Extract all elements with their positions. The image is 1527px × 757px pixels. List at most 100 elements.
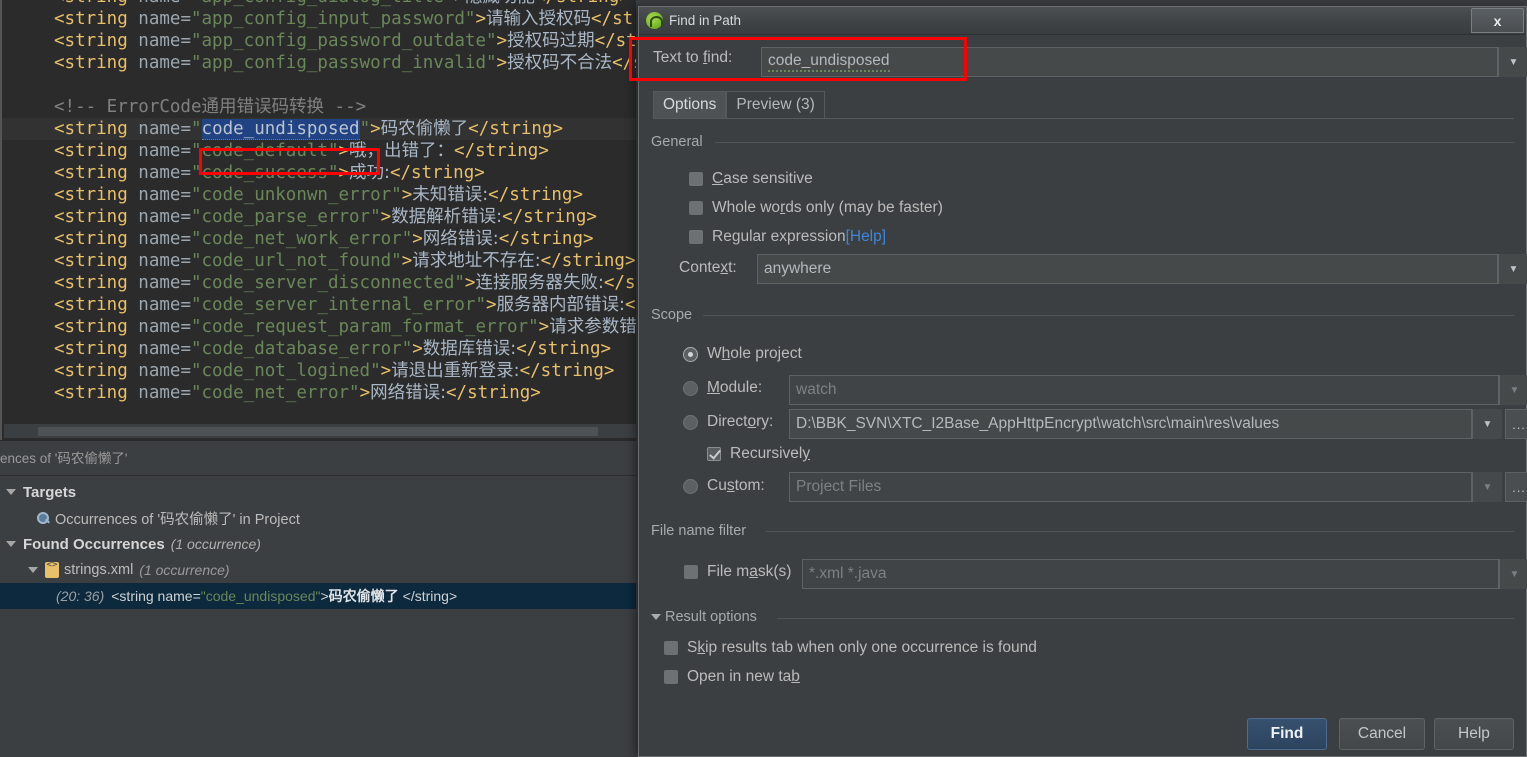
chevron-down-icon[interactable] <box>6 487 17 498</box>
xml-file-icon <box>45 560 59 578</box>
open-new-tab-label: Open in new tab <box>687 668 800 685</box>
whole-words-row[interactable]: Whole words only (may be faster) <box>689 199 943 217</box>
directory-input[interactable]: D:\BBK_SVN\XTC_I2Base_AppHttpEncrypt\wat… <box>789 409 1472 439</box>
code-token: 连接服务器失败: <box>475 273 604 293</box>
match-text-gt: > <box>320 588 329 604</box>
whole-words-checkbox[interactable] <box>689 201 703 215</box>
general-group-line <box>715 142 1514 143</box>
case-sensitive-checkbox[interactable] <box>689 172 703 186</box>
custom-value: Project Files <box>796 478 882 495</box>
code-token: </string> <box>603 273 636 293</box>
tree-node-occurrence-target[interactable]: Occurrences of '码农偷懒了' in Project <box>0 505 636 531</box>
case-sensitive-row[interactable]: Case sensitive <box>689 170 813 188</box>
recursively-checkbox[interactable] <box>707 447 721 461</box>
help-button[interactable]: Help <box>1434 718 1514 750</box>
code-token: name= <box>127 295 191 315</box>
code-token: <!-- ErrorCode <box>54 97 202 117</box>
code-line: <string name="code_database_error">数据库错误… <box>2 338 636 360</box>
code-token: <string <box>54 53 128 73</box>
file-mask-input[interactable]: *.xml *.java <box>802 559 1499 589</box>
custom-row[interactable]: Custom: <box>683 477 765 495</box>
file-mask-checkbox[interactable] <box>684 565 698 579</box>
text-to-find-input[interactable]: code_undisposed <box>761 47 1498 77</box>
tree-node-match[interactable]: (20: 36) <string name="code_undisposed">… <box>0 583 636 609</box>
code-token: <string <box>54 163 128 183</box>
chevron-down-icon[interactable] <box>6 539 17 550</box>
tree-node-file[interactable]: strings.xml (1 occurrence) <box>0 557 636 583</box>
file-mask-dropdown-arrow[interactable]: ▼ <box>1499 559 1527 589</box>
skip-results-label: Skip results tab when only one occurrenc… <box>687 639 1037 656</box>
tab-options[interactable]: Options <box>653 91 727 118</box>
code-line: <string name="code_success">成功:</string> <box>2 162 636 184</box>
custom-radio[interactable] <box>683 478 698 494</box>
open-new-tab-row[interactable]: Open in new tab <box>664 668 800 686</box>
directory-label: Directory: <box>707 413 774 430</box>
custom-browse-button[interactable]: ... <box>1505 472 1527 502</box>
whole-project-row[interactable]: Whole project <box>683 345 802 363</box>
code-token: 通用错误码转换 <box>201 97 325 117</box>
module-radio[interactable] <box>683 380 698 396</box>
dialog-body: Text to find: code_undisposed ▼ Options … <box>639 35 1527 756</box>
module-row[interactable]: Module: <box>683 379 762 397</box>
dialog-titlebar[interactable]: Find in Path x <box>639 7 1526 35</box>
open-new-tab-checkbox[interactable] <box>664 670 678 684</box>
regex-help-link[interactable]: [Help] <box>846 228 887 246</box>
directory-dropdown-arrow[interactable]: ▼ <box>1472 409 1502 439</box>
code-token: > <box>370 119 381 139</box>
custom-dropdown-arrow[interactable]: ▼ <box>1472 472 1502 502</box>
skip-results-row[interactable]: Skip results tab when only one occurrenc… <box>664 639 1037 657</box>
whole-project-radio[interactable] <box>683 346 698 362</box>
code-line: <string name="code_url_not_found">请求地址不存… <box>2 250 636 272</box>
result-options-group-title[interactable]: Result options <box>651 609 764 625</box>
found-occurrences-label: Found Occurrences <box>23 535 165 553</box>
code-token: </string> <box>516 339 612 359</box>
custom-input[interactable]: Project Files <box>789 472 1472 502</box>
scrollbar-thumb[interactable] <box>38 427 598 436</box>
text-to-find-dropdown-arrow[interactable]: ▼ <box>1498 47 1527 77</box>
code-editor[interactable]: <string name="app_config_dialog_title">隐… <box>0 0 636 440</box>
tree-node-targets[interactable]: Targets <box>0 479 636 505</box>
tree-node-found-occurrences[interactable]: Found Occurrences (1 occurrence) <box>0 531 636 557</box>
editor-horizontal-scrollbar[interactable] <box>4 424 636 438</box>
filename-filter-group-line <box>766 531 1514 532</box>
match-position: (20: 36) <box>56 588 105 604</box>
code-line: <string name="code_net_error">网络错误:</str… <box>2 382 636 404</box>
code-token: "code_success" <box>190 163 339 183</box>
module-input[interactable]: watch <box>789 375 1499 405</box>
text-to-find-row: Text to find: <box>653 49 732 67</box>
skip-results-checkbox[interactable] <box>664 641 678 655</box>
code-token: > <box>496 31 508 51</box>
directory-browse-button[interactable]: ... <box>1505 409 1527 439</box>
code-token: name= <box>127 317 191 337</box>
code-token: > <box>359 383 371 403</box>
directory-radio[interactable] <box>683 414 698 430</box>
find-in-path-dialog: Find in Path x Text to find: code_undisp… <box>638 6 1527 757</box>
code-token: "code_server_disconnected" <box>190 273 465 293</box>
code-token: name= <box>127 185 191 205</box>
file-mask-row[interactable]: File mask(s) <box>684 563 791 581</box>
code-token: > <box>538 317 550 337</box>
tab-preview[interactable]: Preview (3) <box>726 91 825 118</box>
code-token: <string <box>54 229 128 249</box>
directory-row[interactable]: Directory: <box>683 413 773 431</box>
context-dropdown-arrow[interactable]: ▼ <box>1498 254 1527 284</box>
close-button[interactable]: x <box>1471 8 1524 33</box>
regular-expression-checkbox[interactable] <box>689 230 703 244</box>
code-token: 码农偷懒了 <box>380 119 469 139</box>
code-token: </string> <box>454 141 549 161</box>
chevron-down-icon[interactable] <box>28 565 39 576</box>
code-token: </string> <box>594 31 636 51</box>
module-dropdown-arrow[interactable]: ▼ <box>1499 375 1527 405</box>
code-token: <string <box>54 339 128 359</box>
code-token: > <box>464 273 476 293</box>
code-token: name= <box>127 9 191 29</box>
match-text-tag: <string name= <box>111 588 201 604</box>
regular-expression-row[interactable]: Regular expression [Help] <box>689 228 886 246</box>
chevron-down-icon[interactable] <box>651 614 661 621</box>
recursively-row[interactable]: Recursively <box>707 445 810 463</box>
context-input[interactable]: anywhere <box>757 254 1498 284</box>
find-button[interactable]: Find <box>1247 718 1327 750</box>
context-label: Context: <box>679 259 737 276</box>
cancel-button[interactable]: Cancel <box>1339 718 1425 750</box>
results-divider <box>0 475 636 476</box>
